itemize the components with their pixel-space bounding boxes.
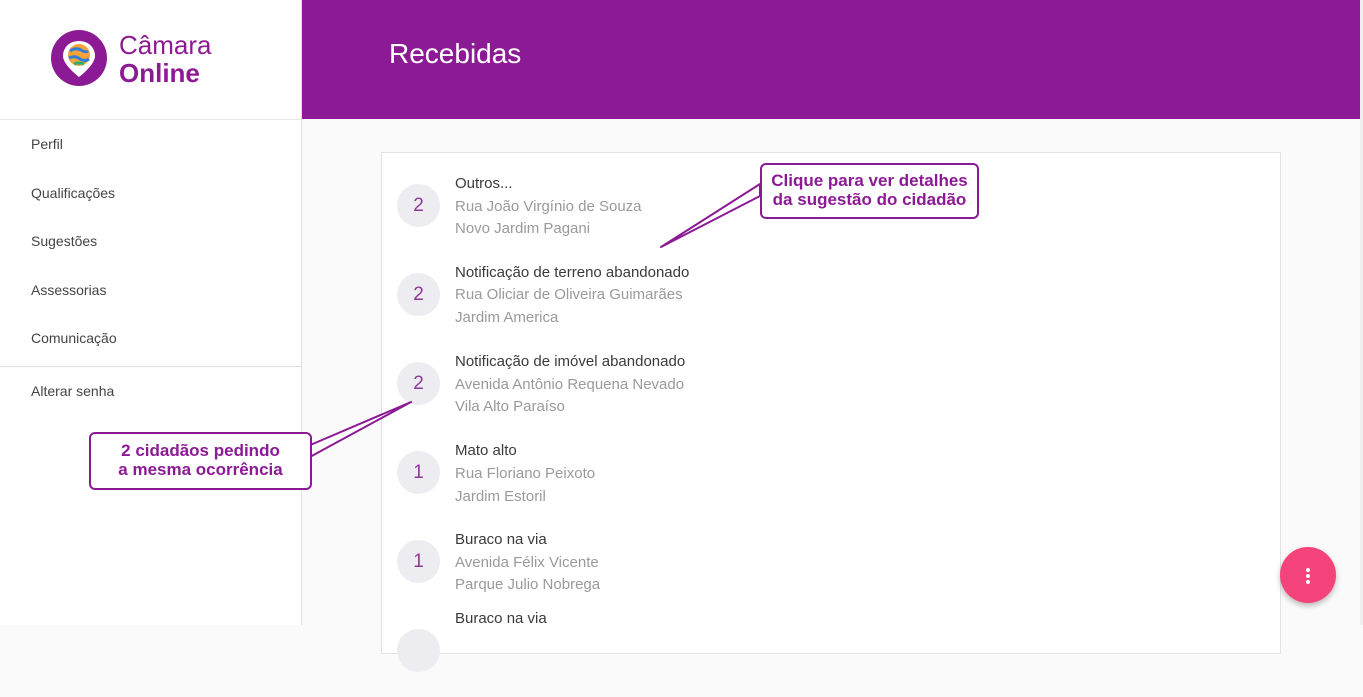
item-district: Jardim America <box>455 309 559 326</box>
sidebar-item-qualificacoes[interactable]: Qualificações <box>0 169 301 218</box>
callout-same-line2: a mesma ocorrência <box>118 460 283 479</box>
sidebar: Câmara Online Perfil Qualificações Suges… <box>0 0 302 625</box>
item-street: Avenida Félix Vicente <box>455 554 599 571</box>
item-district: Jardim Estoril <box>455 488 546 505</box>
sidebar-item-comunicacao[interactable]: Comunicação <box>0 314 301 363</box>
logo-text-online: Online <box>119 58 200 88</box>
sidebar-item-perfil[interactable]: Perfil <box>0 120 301 169</box>
count-badge <box>397 629 440 672</box>
list-item[interactable]: 2 Notificação de imóvel abandonado Aveni… <box>382 341 1280 430</box>
page-title: Recebidas <box>389 38 522 69</box>
count-badge: 2 <box>397 362 440 405</box>
callout-details-line2: da sugestão do cidadão <box>772 190 967 209</box>
more-vertical-icon <box>1306 568 1310 584</box>
item-title: Notificação de terreno abandonado <box>455 264 690 281</box>
globe-pin-icon <box>51 30 107 86</box>
count-badge: 2 <box>397 273 440 316</box>
list-item[interactable]: 1 Mato alto Rua Floriano Peixoto Jardim … <box>382 430 1280 519</box>
callout-same-line1: 2 cidadãos pedindo <box>121 441 280 460</box>
received-list: 2 Outros... Rua João Virgínio de Souza N… <box>381 152 1281 672</box>
callout-same-occurrence: 2 cidadãos pedindo a mesma ocorrência <box>89 432 312 490</box>
item-street: Rua Floriano Peixoto <box>455 465 596 482</box>
item-street: Rua Oliciar de Oliveira Guimarães <box>455 286 683 303</box>
count-badge: 2 <box>397 184 440 227</box>
item-street: Rua João Virgínio de Souza <box>455 198 642 215</box>
sidebar-item-sugestoes[interactable]: Sugestões <box>0 217 301 266</box>
item-title: Notificação de imóvel abandonado <box>455 353 686 370</box>
logo-text-camara: Câmara <box>119 30 212 60</box>
more-options-button[interactable] <box>1280 547 1336 603</box>
sidebar-item-assessorias[interactable]: Assessorias <box>0 266 301 315</box>
sidebar-nav: Perfil Qualificações Sugestões Assessori… <box>0 120 301 363</box>
item-district: Novo Jardim Pagani <box>455 220 591 237</box>
count-badge: 1 <box>397 451 440 494</box>
callout-details: Clique para ver detalhes da sugestão do … <box>760 163 979 219</box>
item-title: Outros... <box>455 175 513 192</box>
item-street: Avenida Antônio Requena Nevado <box>455 376 685 393</box>
callout-details-line1: Clique para ver detalhes <box>771 171 968 190</box>
item-title: Mato alto <box>455 442 517 459</box>
logo[interactable]: Câmara Online <box>0 0 301 120</box>
list-item[interactable]: 2 Notificação de terreno abandonado Rua … <box>382 252 1280 341</box>
header-bar: Recebidas <box>302 0 1360 119</box>
item-district: Parque Julio Nobrega <box>455 576 601 593</box>
item-title: Buraco na via <box>455 531 547 548</box>
item-district: Vila Alto Paraíso <box>455 398 565 415</box>
sidebar-secondary-nav: Alterar senha <box>0 367 301 416</box>
list-item[interactable]: Buraco na via <box>382 608 1280 697</box>
list-item[interactable]: 1 Buraco na via Avenida Félix Vicente Pa… <box>382 519 1280 608</box>
sidebar-item-alterar-senha[interactable]: Alterar senha <box>0 367 301 416</box>
item-title: Buraco na via <box>455 610 547 627</box>
count-badge: 1 <box>397 540 440 583</box>
